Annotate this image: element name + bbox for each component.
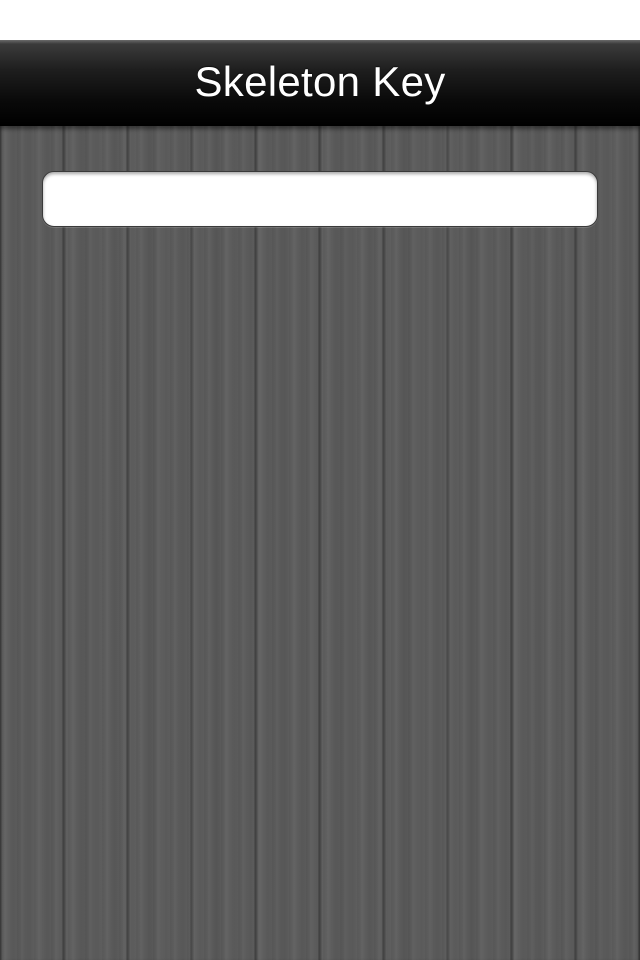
navigation-bar: Skeleton Key [0,40,640,126]
page-title: Skeleton Key [194,57,446,105]
status-bar [0,0,640,40]
search-input[interactable] [42,171,598,227]
wood-grain-overlay [0,126,640,960]
wood-panel-background [0,126,640,960]
